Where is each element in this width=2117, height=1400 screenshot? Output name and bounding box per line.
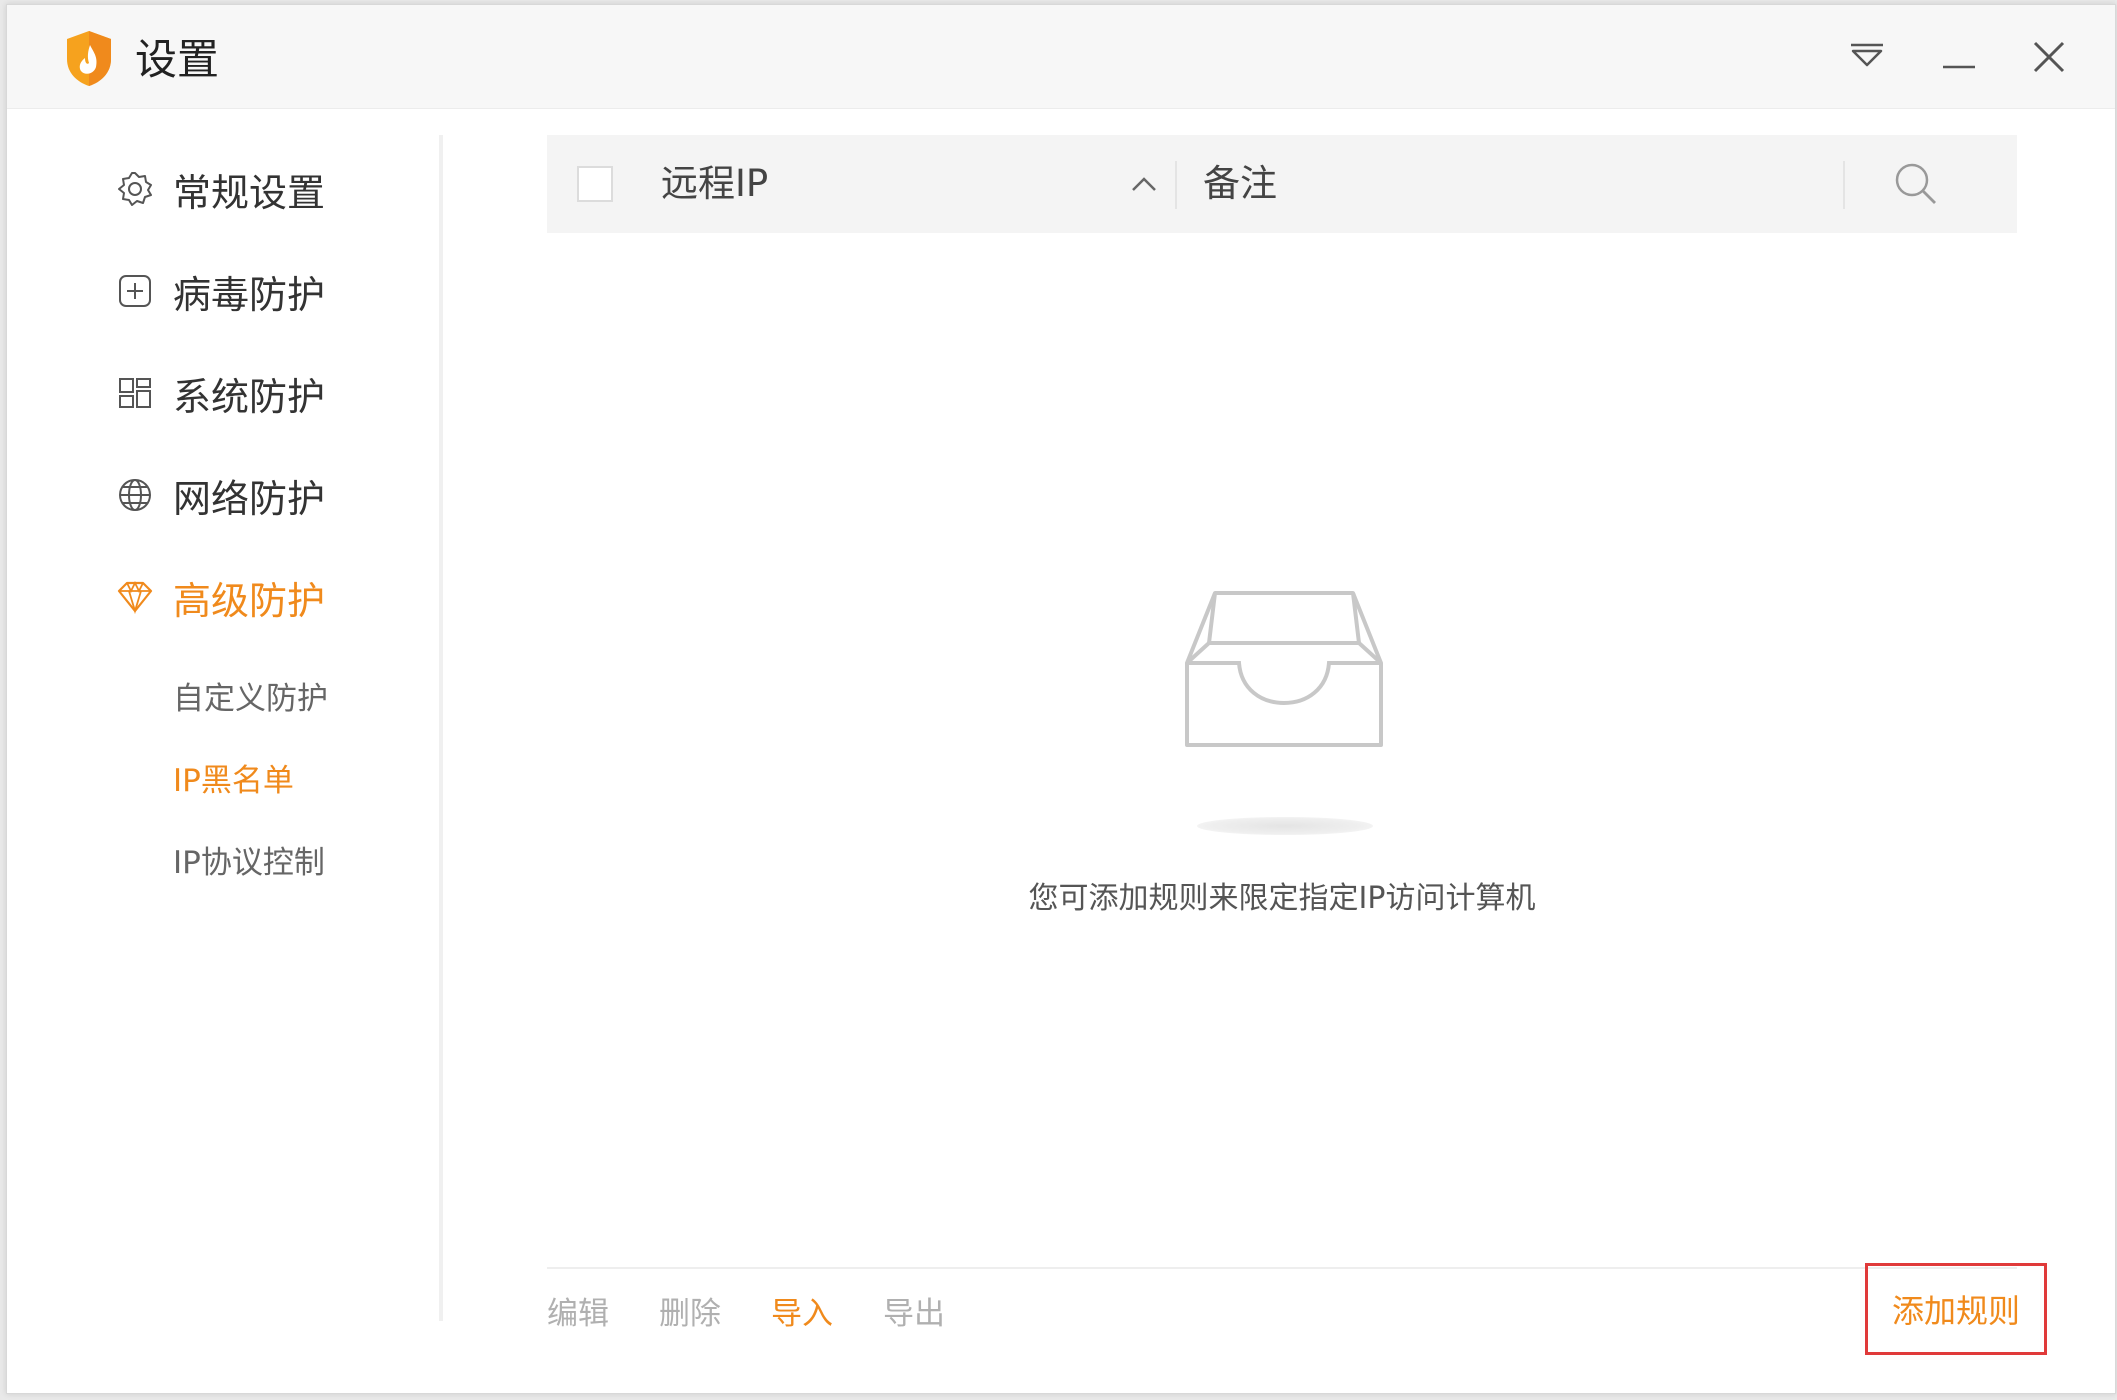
column-divider — [1175, 161, 1177, 209]
gear-icon — [118, 172, 152, 206]
sidebar-divider — [439, 135, 443, 1321]
sidebar-item-label: 网络防护 — [173, 476, 326, 521]
sort-ascending-icon[interactable] — [1129, 171, 1159, 197]
settings-window: 设置 常规设置 病毒防护 系统防护 网络防护 高级防护 自定义防护 IP黑名单 … — [6, 4, 2116, 1394]
sidebar-item-virus-protection[interactable]: 病毒防护 — [115, 261, 325, 321]
export-button[interactable]: 导出 — [883, 1289, 945, 1339]
empty-state-message: 您可添加规则来限定指定IP访问计算机 — [1028, 881, 1536, 916]
plus-box-icon — [119, 275, 151, 307]
select-all-checkbox[interactable] — [577, 166, 613, 202]
globe-icon — [119, 479, 151, 511]
sidebar-item-label: 病毒防护 — [173, 272, 326, 317]
sidebar-item-label: 高级防护 — [173, 578, 326, 623]
empty-tray-icon — [1185, 591, 1383, 747]
add-rule-button[interactable]: 添加规则 — [1868, 1266, 2044, 1352]
minimize-icon[interactable] — [1935, 33, 1983, 81]
sidebar-subitem-ip-blacklist[interactable]: IP黑名单 — [173, 752, 294, 802]
sidebar-item-label: 系统防护 — [173, 374, 326, 419]
sidebar-item-label: 常规设置 — [173, 170, 326, 215]
grid-icon — [119, 378, 151, 408]
edit-button[interactable]: 编辑 — [547, 1289, 609, 1339]
sidebar-item-general-settings[interactable]: 常规设置 — [115, 159, 325, 219]
table-header: 远程IP 备注 — [547, 135, 2017, 233]
column-divider — [1843, 161, 1845, 209]
menu-dropdown-icon[interactable] — [1843, 33, 1891, 81]
sidebar-item-system-protection[interactable]: 系统防护 — [115, 363, 325, 423]
window-title: 设置 — [135, 35, 220, 84]
import-button[interactable]: 导入 — [771, 1289, 833, 1339]
sidebar-item-network-protection[interactable]: 网络防护 — [115, 465, 325, 525]
diamond-icon — [117, 580, 153, 615]
close-icon[interactable] — [2025, 33, 2073, 81]
column-header-remote-ip[interactable]: 远程IP — [661, 157, 768, 211]
footer-divider — [547, 1267, 2017, 1269]
empty-state-shadow — [1197, 817, 1373, 835]
sidebar-subitem-custom-protection[interactable]: 自定义防护 — [173, 670, 328, 720]
shield-logo-icon — [67, 31, 111, 86]
column-header-note[interactable]: 备注 — [1203, 157, 1277, 211]
delete-button[interactable]: 删除 — [659, 1289, 721, 1339]
sidebar-subitem-ip-protocol-control[interactable]: IP协议控制 — [173, 834, 325, 884]
add-rule-highlight: 添加规则 — [1865, 1263, 2047, 1355]
title-bar: 设置 — [7, 5, 2115, 109]
search-icon[interactable] — [1891, 159, 1941, 209]
sidebar-item-advanced-protection[interactable]: 高级防护 — [115, 567, 325, 627]
